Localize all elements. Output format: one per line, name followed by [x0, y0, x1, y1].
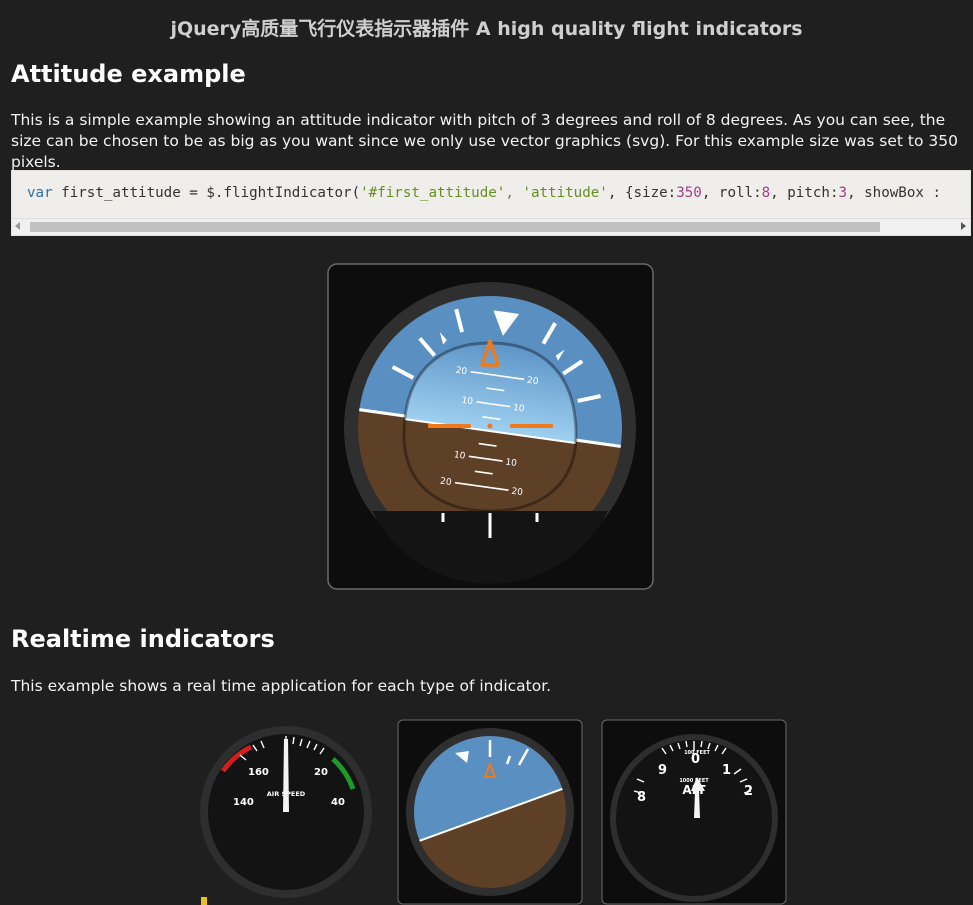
altimeter-indicator: 100 FEET 0 9 1 8 2 1000 FEET ALT: [601, 719, 787, 905]
attitude-description: This is a simple example showing an atti…: [11, 111, 958, 171]
code-scrollbar[interactable]: [12, 218, 970, 235]
realtime-heading: Realtime indicators: [11, 625, 275, 653]
pitch-label-down-10: 10: [453, 450, 466, 462]
airspeed-label-140: 140: [233, 797, 254, 808]
attitude-heading: Attitude example: [11, 60, 246, 88]
realtime-description: This example shows a real time applicati…: [11, 677, 552, 695]
pitch-label-up-10: 10: [461, 396, 474, 408]
airspeed-label-160: 160: [248, 767, 269, 778]
altimeter-label-9: 9: [658, 763, 667, 778]
code-keyword: var: [27, 185, 53, 201]
code-sep: , pitch:: [770, 185, 839, 201]
code-tail: , showBox :: [847, 185, 950, 201]
code-arg-selector: '#first_attitude': [360, 185, 506, 201]
altimeter-label-2: 2: [744, 784, 753, 799]
airspeed-label-40: 40: [331, 797, 345, 808]
scroll-thumb[interactable]: [30, 222, 880, 232]
altimeter-label-1: 1: [722, 763, 731, 778]
scroll-left-arrow-icon[interactable]: [15, 222, 20, 230]
airspeed-needle-icon: [283, 739, 289, 812]
altimeter-label-0: 0: [691, 752, 700, 767]
code-sep: ,: [505, 185, 523, 201]
scroll-right-arrow-icon[interactable]: [961, 222, 966, 230]
airspeed-indicator: 160 20 140 40 AIR SPEED: [200, 726, 372, 905]
small-attitude-indicator: [397, 719, 583, 905]
pitch-label-up-20-right: 20: [526, 376, 539, 388]
pitch-label-down-20: 20: [439, 477, 452, 489]
pitch-label-up-20: 20: [455, 366, 468, 378]
code-ident: first_attitude = $.flightIndicator(: [52, 185, 361, 201]
pitch-label-down-20-right: 20: [511, 487, 524, 499]
code-sep: , roll:: [701, 185, 762, 201]
code-sep: , {size:: [607, 185, 677, 201]
pitch-label-up-10-right: 10: [512, 403, 525, 415]
code-roll-value: 8: [761, 185, 771, 201]
code-line: var first_attitude = $.flightIndicator('…: [27, 185, 950, 201]
code-size-value: 350: [676, 185, 702, 201]
code-pitch-value: 3: [838, 185, 848, 201]
pitch-label-down-10-right: 10: [505, 458, 518, 470]
attitude-indicator: 20 20 10 10 10 10 20 20: [327, 263, 654, 590]
aircraft-symbol-icon: [428, 423, 553, 429]
altimeter-label-8: 8: [637, 790, 646, 805]
airspeed-label-20: 20: [314, 767, 328, 778]
code-arg-type: 'attitude': [522, 185, 608, 201]
code-block: var first_attitude = $.flightIndicator('…: [11, 170, 971, 236]
page-title: jQuery高质量飞行仪表指示器插件 A high quality flight…: [170, 18, 803, 40]
